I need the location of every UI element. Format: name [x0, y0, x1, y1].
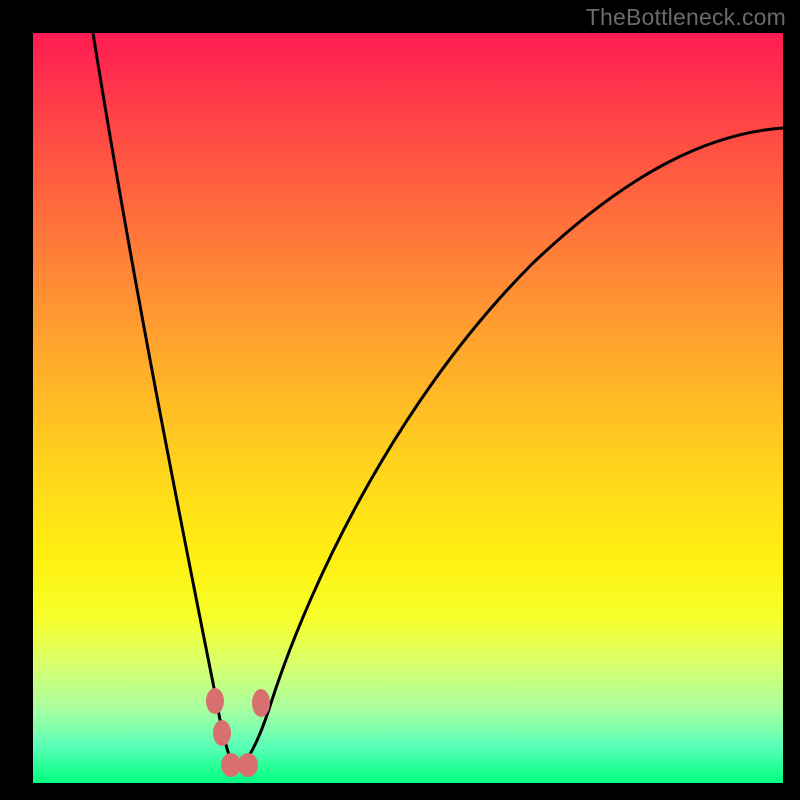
marker-trough-right — [238, 753, 258, 777]
bottleneck-curve-svg — [33, 33, 783, 783]
marker-left-knee-upper — [206, 688, 224, 714]
bottleneck-curve-right — [234, 128, 783, 768]
watermark-text: TheBottleneck.com — [586, 4, 786, 31]
bottleneck-curve-left — [93, 33, 234, 768]
chart-plot-area — [33, 33, 783, 783]
marker-left-knee-lower — [213, 720, 231, 746]
marker-right-knee — [252, 689, 270, 717]
